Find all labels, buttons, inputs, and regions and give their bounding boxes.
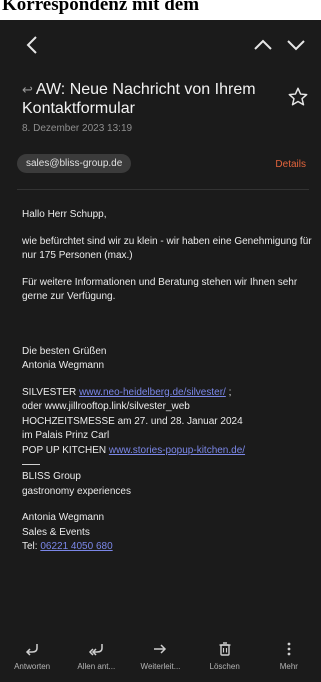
subject-text: AW: Neue Nachricht von Ihrem Kontaktform… [22, 81, 256, 117]
top-toolbar [0, 24, 321, 64]
popup-prefix: POP UP KITCHEN [22, 444, 109, 456]
signature-name: Antonia Wegmann [22, 512, 105, 523]
reply-all-button[interactable]: Allen ant... [69, 640, 123, 671]
forward-label: Weiterleit... [140, 662, 181, 671]
oder-line: oder www.jillrooftop.link/silvester_web [22, 401, 190, 412]
reply-all-label: Allen ant... [77, 662, 116, 671]
forward-button[interactable]: Weiterleit... [133, 640, 187, 671]
banner-text: Korrespondenz mit dem [2, 0, 200, 15]
subject-row: ↩ AW: Neue Nachricht von Ihrem Kontaktfor… [22, 80, 312, 118]
silvester-suffix: ; [225, 386, 232, 398]
email-date: 8. Dezember 2023 13:19 [22, 123, 133, 134]
trash-icon [216, 640, 234, 658]
reply-button[interactable]: Antworten [5, 640, 59, 671]
chevron-left-icon[interactable] [20, 32, 46, 58]
star-outline-icon[interactable] [287, 86, 309, 108]
messe-line: HOCHZEITSMESSE am 27. und 28. Januar 202… [22, 415, 243, 427]
phone-link[interactable]: 06221 4050 680 [40, 541, 112, 552]
delete-button[interactable]: Löschen [198, 640, 252, 671]
reply-all-icon [87, 640, 105, 658]
more-label: Mehr [279, 662, 298, 671]
signature-role: Sales & Events [22, 526, 90, 538]
chevron-down-icon[interactable] [283, 32, 309, 58]
delete-label: Löschen [209, 662, 240, 671]
palais-line: im Palais Prinz Carl [22, 430, 110, 441]
phone-line: Tel: 06221 4050 680 [22, 540, 312, 555]
top-banner: Korrespondenz mit dem [0, 0, 321, 20]
company-name: BLISS Group [22, 471, 81, 482]
silvester-prefix: SILVESTER [22, 386, 80, 398]
forward-icon [151, 640, 169, 658]
more-button[interactable]: Mehr [262, 640, 316, 671]
details-link[interactable]: Details [275, 159, 306, 170]
popup-link[interactable]: www.stories-popup-kitchen.de/ [109, 445, 245, 456]
divider [17, 189, 309, 190]
sender-chip[interactable]: sales@bliss-group.de [17, 154, 132, 173]
reply-icon [23, 640, 41, 658]
phone-label: Tel: [22, 541, 41, 552]
silvester-link[interactable]: www.neo-heidelberg.de/silvester/ [79, 387, 226, 398]
reply-indicator-icon: ↩ [22, 82, 33, 97]
paragraph-1: wie befürchtet sind wir zu klein - wir h… [22, 235, 312, 262]
paragraph-2: Für weitere Informationen und Beratung s… [22, 276, 298, 303]
popup-line: POP UP KITCHEN www.stories-popup-kitchen… [22, 444, 312, 459]
reply-label: Antworten [14, 662, 51, 671]
signature-divider [22, 464, 40, 465]
bottom-action-bar: Antworten Allen ant... Weiterleit... Lös… [0, 638, 321, 682]
email-subject: ↩ AW: Neue Nachricht von Ihrem Kontaktfor… [22, 80, 262, 118]
email-body: Hallo Herr Schupp, wie befürchtet sind w… [22, 208, 312, 555]
greeting: Hallo Herr Schupp, [22, 209, 107, 220]
more-vertical-icon [280, 640, 298, 658]
silvester-line: SILVESTER www.neo-heidelberg.de/silveste… [22, 386, 312, 401]
company-tagline: gastronomy experiences [22, 485, 131, 497]
closing-line: Die besten Grüßen [22, 345, 107, 357]
chevron-up-icon[interactable] [250, 32, 276, 58]
closing-name: Antonia Wegmann [22, 360, 105, 371]
